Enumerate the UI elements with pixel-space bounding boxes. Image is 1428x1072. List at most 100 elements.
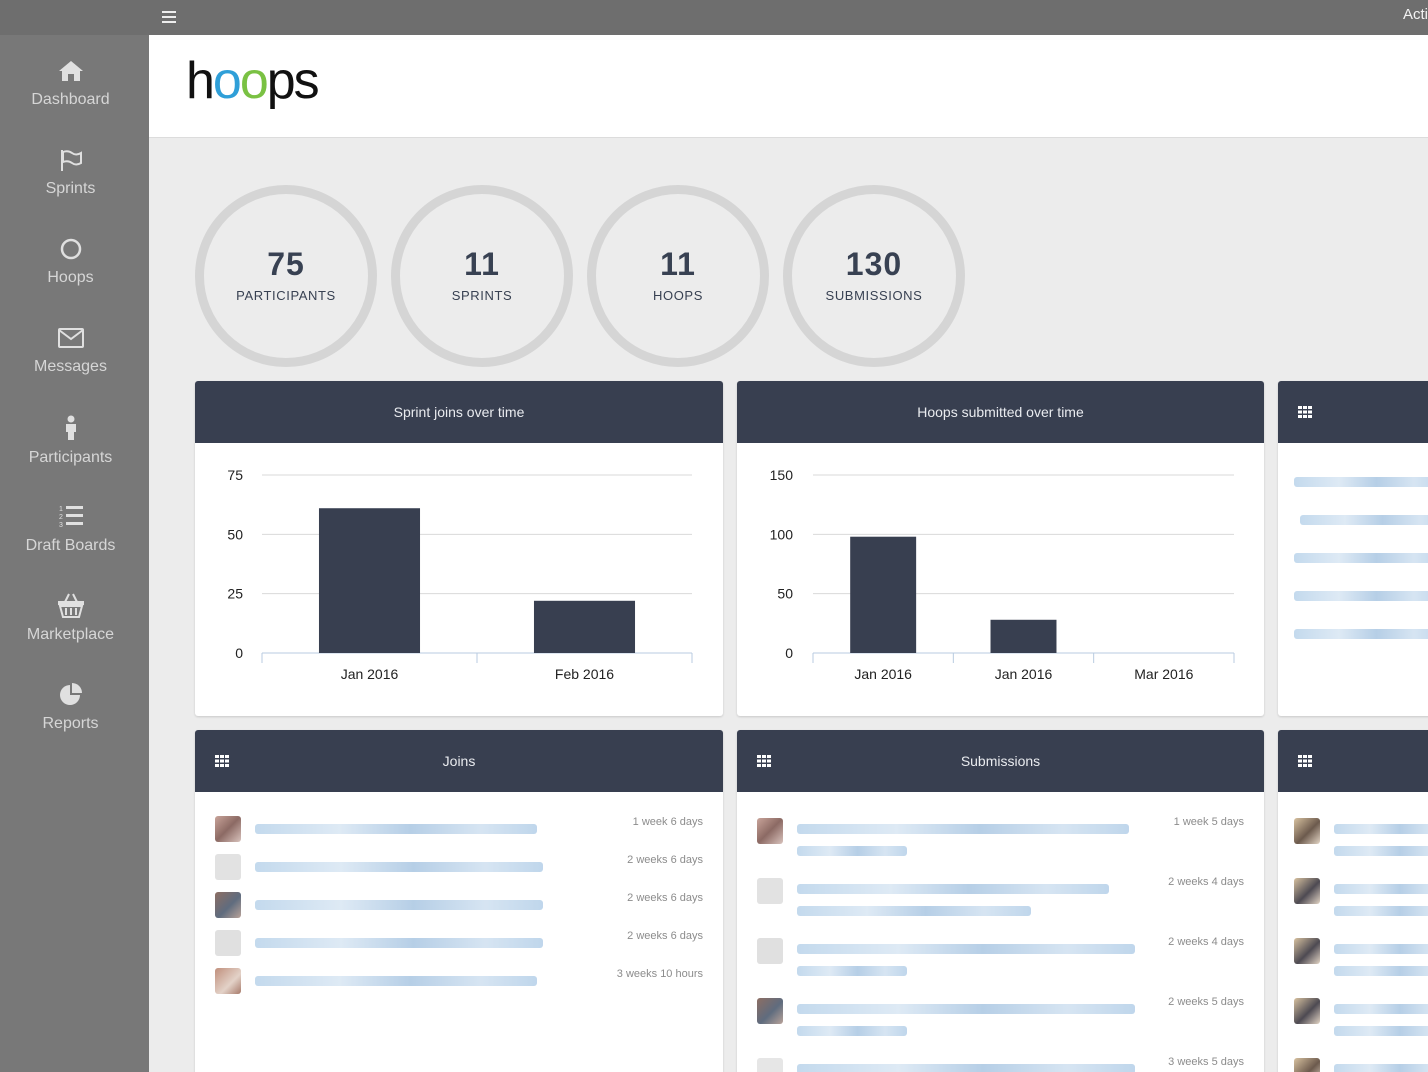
hoops-submitted-chart: 0 50 100 150 Jan 2016 Jan 2016 Mar 2016	[770, 467, 1235, 682]
grid-icon[interactable]	[757, 755, 771, 767]
sidebar-item-reports[interactable]: Reports	[0, 681, 141, 733]
sidebar-item-participants[interactable]: Participants	[0, 415, 141, 467]
avatar	[757, 818, 783, 844]
blurred-text	[1294, 477, 1428, 487]
bar	[850, 536, 917, 653]
activity-time: 2 weeks 5 days	[1168, 996, 1244, 1008]
pie-chart-icon	[59, 683, 82, 705]
y-tick-label: 25	[227, 586, 243, 602]
blurred-text	[797, 906, 1031, 916]
sprint-joins-panel: Sprint joins over time 0 25 50 75 Jan 2016 Fe…	[195, 381, 723, 716]
avatar	[1294, 818, 1320, 844]
blurred-text	[1334, 944, 1428, 954]
sidebar-item-messages[interactable]: Messages	[0, 326, 141, 376]
activity-time: 1 week 6 days	[632, 816, 703, 828]
header: hoops	[149, 35, 1428, 138]
home-icon	[58, 61, 83, 81]
y-tick-label: 100	[770, 526, 794, 542]
activity-time: 3 weeks 5 days	[1168, 1056, 1244, 1068]
avatar	[215, 892, 241, 918]
panel-header	[1278, 730, 1428, 792]
avatar	[1294, 878, 1320, 904]
sidebar-item-hoops[interactable]: Hoops	[0, 237, 141, 287]
submissions-panel: Submissions 1 week 5 days 2 weeks 4 days…	[737, 730, 1264, 1072]
blurred-text	[797, 1026, 907, 1036]
grid-icon[interactable]	[215, 755, 229, 767]
blurred-text	[797, 824, 1129, 834]
stat-label: PARTICIPANTS	[236, 288, 336, 303]
basket-icon	[57, 593, 84, 618]
y-tick-label: 50	[227, 526, 243, 542]
sidebar: Dashboard Sprints Hoops Messages Partici…	[0, 35, 149, 1072]
y-tick-label: 0	[785, 645, 793, 661]
stat-submissions: 130 SUBMISSIONS	[783, 185, 965, 367]
sidebar-label: Hoops	[47, 269, 94, 286]
blurred-text	[797, 1064, 1135, 1072]
activity-time: 2 weeks 4 days	[1168, 936, 1244, 948]
hamburger-menu-icon[interactable]	[160, 8, 178, 26]
avatar	[215, 930, 241, 956]
svg-text:2: 2	[59, 514, 63, 521]
grid-icon[interactable]	[1298, 755, 1312, 767]
blurred-text	[1334, 1026, 1428, 1036]
panel-title: Sprint joins over time	[195, 381, 723, 443]
blurred-text	[255, 824, 537, 834]
sidebar-label: Dashboard	[31, 91, 110, 108]
ordered-list-icon: 123	[59, 506, 83, 529]
blurred-text	[1334, 824, 1428, 834]
sidebar-item-marketplace[interactable]: Marketplace	[0, 592, 141, 644]
blurred-text	[1334, 1064, 1428, 1072]
circle-icon	[60, 238, 81, 260]
sidebar-item-dashboard[interactable]: Dashboard	[0, 59, 141, 109]
blurred-text	[1334, 906, 1428, 916]
sidebar-label: Messages	[34, 358, 107, 375]
blurred-text	[255, 976, 537, 986]
blurred-text	[1334, 884, 1428, 894]
avatar	[215, 854, 241, 880]
stat-value: 130	[845, 246, 903, 282]
svg-text:1: 1	[59, 506, 63, 513]
blurred-text	[255, 900, 543, 910]
stat-value: 75	[267, 246, 305, 282]
avatar	[1294, 1058, 1320, 1072]
blurred-text	[1294, 629, 1428, 639]
sidebar-label: Draft Boards	[25, 537, 116, 554]
joins-panel: Joins 1 week 6 days 2 weeks 6 days 2 wee…	[195, 730, 723, 1072]
panel-title: Hoops submitted over time	[737, 381, 1264, 443]
panel-header: Joins	[195, 730, 723, 792]
avatar	[215, 968, 241, 994]
x-tick-label: Jan 2016	[341, 666, 399, 682]
hoops-logo[interactable]: hoops	[186, 51, 320, 111]
grid-icon[interactable]	[1298, 406, 1312, 418]
sidebar-label: Marketplace	[26, 626, 115, 643]
blurred-text	[1300, 515, 1428, 525]
sidebar-item-sprints[interactable]: Sprints	[0, 148, 141, 198]
x-tick-label: Jan 2016	[854, 666, 912, 682]
avatar	[215, 816, 241, 842]
blurred-text	[1294, 591, 1428, 601]
sidebar-label: Sprints	[45, 180, 96, 197]
activity-time: 3 weeks 10 hours	[616, 968, 703, 980]
blurred-text	[1334, 966, 1428, 976]
envelope-icon	[57, 328, 84, 348]
activity-time: 2 weeks 4 days	[1168, 876, 1244, 888]
stat-hoops: 11 HOOPS	[587, 185, 769, 367]
blurred-text	[797, 966, 907, 976]
stat-value: 11	[660, 246, 696, 282]
person-icon	[65, 415, 76, 440]
activity-time: 2 weeks 6 days	[627, 930, 703, 942]
right-panel-bottom	[1278, 730, 1428, 1072]
sprint-joins-chart: 0 25 50 75 Jan 2016 Feb 2016	[227, 467, 693, 682]
sidebar-label: Participants	[28, 449, 113, 466]
blurred-text	[1294, 553, 1428, 563]
blurred-text	[797, 884, 1109, 894]
avatar	[757, 1058, 783, 1072]
sidebar-item-draft-boards[interactable]: 123 Draft Boards	[0, 503, 141, 555]
avatar	[757, 998, 783, 1024]
bar	[318, 508, 421, 653]
blurred-text	[797, 846, 907, 856]
stat-participants: 75 PARTICIPANTS	[195, 185, 377, 367]
x-tick-label: Feb 2016	[555, 666, 614, 682]
topbar-right-text[interactable]: Acti	[1403, 6, 1428, 23]
panel-title: Joins	[442, 753, 476, 769]
